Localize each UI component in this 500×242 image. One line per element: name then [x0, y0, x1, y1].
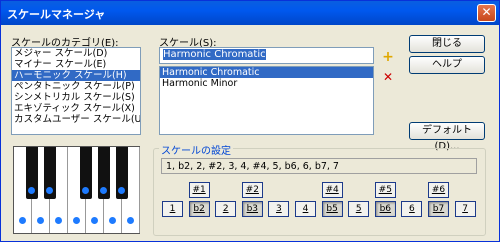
- note-button-7[interactable]: 7: [454, 201, 476, 217]
- piano-keyboard: [13, 146, 140, 234]
- note-dot: [118, 187, 125, 194]
- close-window-button[interactable]: ✕: [477, 4, 496, 22]
- category-item[interactable]: ペンタトニック スケール(P): [12, 81, 140, 92]
- piano-black-key: [80, 147, 92, 199]
- piano-black-key: [26, 147, 38, 199]
- note-dot: [91, 217, 98, 224]
- scale-item[interactable]: Harmonic Chromatic: [160, 67, 373, 78]
- sharp-button-sharp4[interactable]: #4: [321, 182, 343, 198]
- note-button-2[interactable]: 2: [215, 201, 237, 217]
- piano-black-key: [44, 147, 56, 199]
- piano-black-key: [116, 147, 128, 199]
- note-button-b2[interactable]: b2: [188, 201, 210, 217]
- default-button[interactable]: デフォルト(D)...: [409, 122, 485, 152]
- piano-black-key: [98, 147, 110, 199]
- category-list[interactable]: メジャー スケール(D) マイナー スケール(E) ハーモニック スケール(H)…: [11, 47, 141, 135]
- scale-settings-title: スケールの設定: [159, 142, 233, 157]
- scale-name-value: Harmonic Chromatic: [163, 49, 266, 60]
- sharp-button-sharp6[interactable]: #6: [428, 182, 449, 198]
- category-item[interactable]: マイナー スケール(E): [12, 59, 140, 70]
- note-button-1[interactable]: 1: [162, 201, 183, 217]
- note-button-4[interactable]: 4: [295, 201, 316, 217]
- category-item[interactable]: メジャー スケール(D): [12, 48, 140, 59]
- cross-icon[interactable]: ✕: [380, 69, 396, 85]
- note-dot: [82, 187, 89, 194]
- category-item[interactable]: エキゾティック スケール(X): [12, 103, 140, 114]
- title-bar[interactable]: スケールマネージャ ✕: [1, 1, 499, 25]
- close-button[interactable]: 閉じる: [409, 35, 485, 53]
- note-dot: [28, 187, 35, 194]
- note-button-6[interactable]: 6: [401, 201, 423, 217]
- scale-item[interactable]: Harmonic Minor: [160, 78, 373, 89]
- category-item[interactable]: シンメトリカル スケール(S): [12, 92, 140, 103]
- note-button-3[interactable]: 3: [268, 201, 290, 217]
- note-dot: [37, 217, 44, 224]
- category-item[interactable]: ハーモニック スケール(H): [12, 70, 140, 81]
- note-button-b7[interactable]: b7: [428, 201, 449, 217]
- note-dot: [19, 217, 26, 224]
- note-button-b6[interactable]: b6: [374, 201, 396, 217]
- help-button[interactable]: ヘルプ: [409, 56, 485, 74]
- scale-manager-window: スケールマネージャ ✕ スケールのカテゴリ(E): メジャー スケール(D) マ…: [0, 0, 500, 242]
- plus-icon[interactable]: +: [380, 49, 396, 65]
- note-dot: [109, 217, 116, 224]
- note-button-5[interactable]: 5: [348, 201, 370, 217]
- note-dot: [73, 217, 80, 224]
- scale-list[interactable]: Harmonic Chromatic Harmonic Minor: [159, 66, 374, 135]
- note-dot: [46, 187, 53, 194]
- sharp-button-sharp1[interactable]: #1: [188, 182, 210, 198]
- scale-notes-field: 1, b2, 2, #2, 3, 4, #4, 5, b6, 6, b7, 7: [161, 158, 477, 174]
- note-button-b3[interactable]: b3: [241, 201, 263, 217]
- note-dot: [100, 187, 107, 194]
- window-title: スケールマネージャ: [7, 8, 106, 21]
- scale-name-input[interactable]: Harmonic Chromatic: [159, 47, 374, 64]
- note-button-b5[interactable]: b5: [321, 201, 343, 217]
- sharp-button-sharp5[interactable]: #5: [374, 182, 396, 198]
- note-dot: [127, 217, 134, 224]
- sharp-button-sharp2[interactable]: #2: [241, 182, 263, 198]
- note-dot: [55, 217, 62, 224]
- category-item[interactable]: カスタムユーザー スケール(U): [12, 114, 140, 125]
